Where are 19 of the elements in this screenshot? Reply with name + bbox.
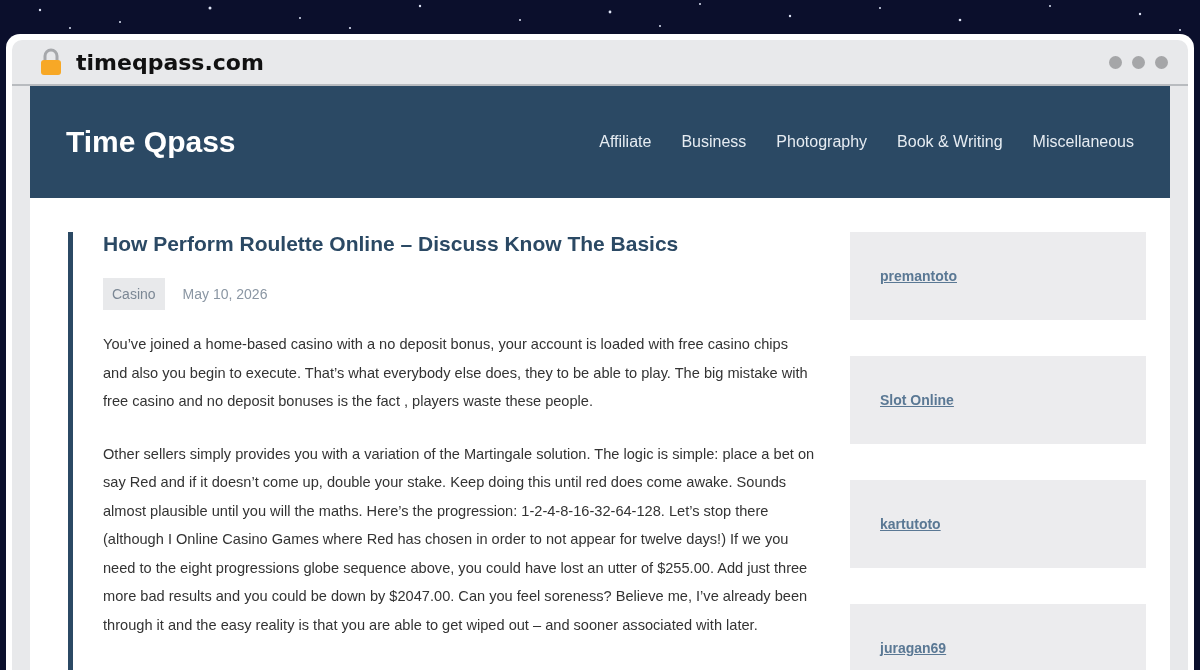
nav-link[interactable]: Book & Writing xyxy=(897,133,1003,151)
sidebar-link[interactable]: kartutoto xyxy=(880,516,941,532)
paragraph: Other sellers simply provides you with a variation of the Martingale solution. The logic is simple: place a bet on say Red and if it doesn’t come up, double your stake. Keep doing this until red does come awake. Sounds almost plausible until you will the maths. Here’s the progression: 1-2-4-8-16-32-64-128. Let’s stop there (although I Online Casino Games where Red has chosen in order to not appear for twelve days!) If we you need to the eight progressions globe sequence above, you could have lost an utter of $255.00. Add just three more bad results and you could be down by $2047.00. Can you feel soreness? Believe me, I’ve already been through it and the easy reality is that you are able to get wiped out – and sooner associated with later. xyxy=(103,444,816,635)
article-title[interactable]: How Perform Roulette Online – Discuss Know The Basics xyxy=(103,232,816,256)
post-date: May 10, 2026 xyxy=(182,286,268,302)
sidebar-link[interactable]: premantoto xyxy=(880,268,957,284)
window-dot[interactable] xyxy=(1155,55,1168,69)
window-dot[interactable] xyxy=(1109,55,1122,69)
lock-icon xyxy=(40,48,62,76)
address-text[interactable]: timeqpass.com xyxy=(76,49,264,75)
sidebar-link[interactable]: Slot Online xyxy=(880,392,954,408)
paragraph: You’ve joined a home-based casino with a no deposit bonus, your account is loaded with free casino chips and also you begin to execute. That’s what everybody else does, they to be able to play. The big mistake with free casino and no deposit bonuses is the fact , players waste these people. xyxy=(103,335,809,411)
site-title[interactable]: Time Qpass xyxy=(66,125,236,159)
nav-link[interactable]: Affiliate xyxy=(599,133,652,151)
nav-link[interactable]: Miscellaneous xyxy=(1032,133,1134,151)
window-dot[interactable] xyxy=(1132,55,1145,69)
nav-link[interactable]: Business xyxy=(681,133,747,151)
sidebar-link[interactable]: juragan69 xyxy=(880,640,947,656)
nav-link[interactable]: Photography xyxy=(776,133,868,151)
